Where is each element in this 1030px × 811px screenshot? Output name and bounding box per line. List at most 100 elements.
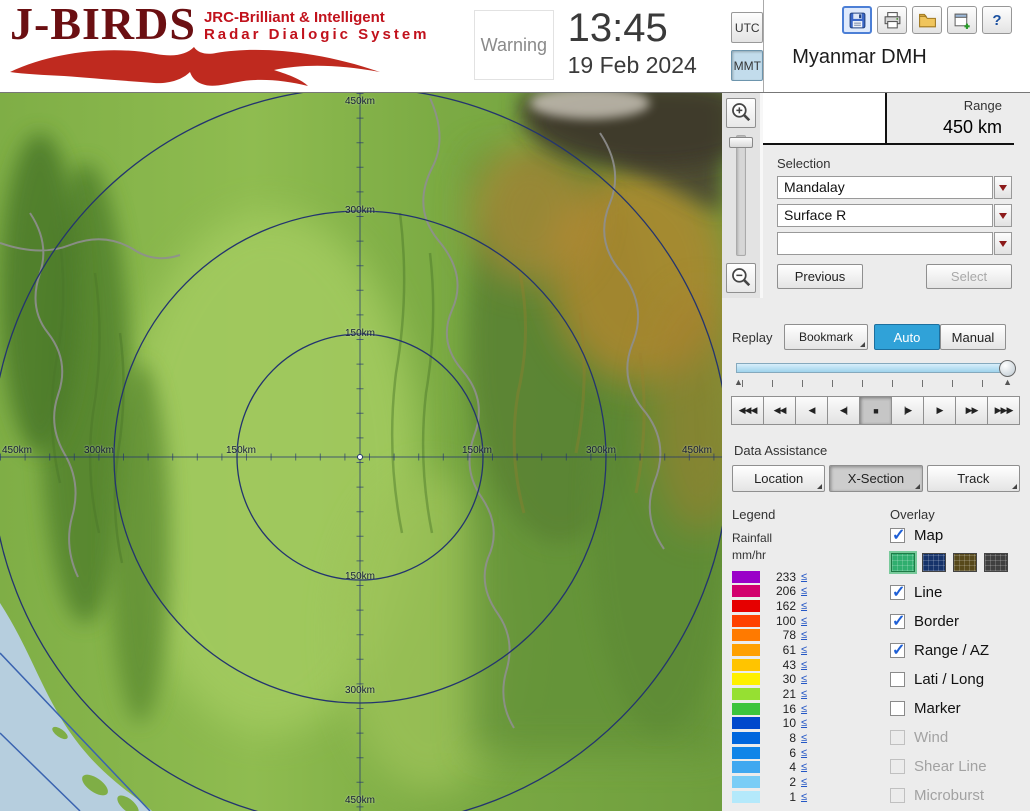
legend-threshold-link[interactable]: ≤ [801, 673, 807, 685]
step-forward-button[interactable]: |▶ [891, 396, 924, 425]
legend-value: 206 [760, 584, 796, 598]
legend-value: 233 [760, 570, 796, 584]
overlay-item[interactable]: Shear Line [890, 752, 1020, 781]
legend-threshold-link[interactable]: ≤ [801, 659, 807, 671]
open-folder-icon [918, 11, 937, 30]
overlay-item[interactable]: Border [890, 607, 1020, 636]
overlay-checkbox[interactable] [890, 788, 905, 803]
chevron-down-icon [999, 213, 1007, 219]
overlay-checkbox[interactable] [890, 701, 905, 716]
overlay-checkbox[interactable] [890, 614, 905, 629]
zoom-slider-thumb[interactable] [729, 137, 753, 148]
radar-map[interactable]: 450km 300km 150km 150km 300km 450km 450k… [0, 93, 722, 811]
logo-title: J-BIRDS [10, 2, 196, 46]
fast-rewind-button[interactable]: ◀◀ [763, 396, 796, 425]
export-add-button[interactable] [947, 6, 977, 34]
legend-threshold-link[interactable]: ≤ [801, 585, 807, 597]
overlay-item-label: Line [914, 584, 942, 601]
overlay-item[interactable]: Lati / Long [890, 665, 1020, 694]
previous-button[interactable]: Previous [777, 264, 863, 289]
legend-value: 16 [760, 702, 796, 716]
map-style-gray-swatch[interactable] [984, 553, 1008, 572]
mmt-button[interactable]: MMT [731, 50, 763, 81]
rewind-button[interactable]: ◀ [795, 396, 828, 425]
open-folder-button[interactable] [912, 6, 942, 34]
logo-subtitle-1: JRC-Brilliant & Intelligent [204, 9, 430, 26]
map-style-terrain-swatch[interactable] [891, 553, 915, 572]
legend-threshold-link[interactable]: ≤ [801, 600, 807, 612]
map-checkbox[interactable] [890, 528, 905, 543]
legend-value: 162 [760, 599, 796, 613]
help-button[interactable]: ? [982, 6, 1012, 34]
legend-threshold-link[interactable]: ≤ [801, 732, 807, 744]
data-assistance-button[interactable]: Location [732, 465, 825, 492]
overlay-item[interactable]: Marker [890, 694, 1020, 723]
fast-forward-button[interactable]: ▶▶ [955, 396, 988, 425]
zoom-out-button[interactable] [726, 263, 756, 293]
dropdown-arrow-button[interactable] [994, 204, 1012, 227]
bookmark-button[interactable]: Bookmark [784, 324, 868, 350]
legend-entry: 100 ≤ [732, 613, 880, 628]
legend-color-swatch [732, 673, 760, 685]
overlay-checkbox[interactable] [890, 672, 905, 687]
overlay-item[interactable]: Line [890, 578, 1020, 607]
select-button[interactable]: Select [926, 264, 1012, 289]
step-back-button[interactable]: ◀| [827, 396, 860, 425]
stop-button[interactable]: ■ [859, 396, 892, 425]
legend-threshold-link[interactable]: ≤ [801, 644, 807, 656]
dropdown-arrow-button[interactable] [994, 232, 1012, 255]
overlay-item[interactable]: Microburst [890, 781, 1020, 810]
map-style-navy-swatch[interactable] [922, 553, 946, 572]
overlay-checkbox[interactable] [890, 759, 905, 774]
legend-value: 1 [760, 790, 796, 804]
utc-button[interactable]: UTC [731, 12, 763, 43]
overlay-checkbox[interactable] [890, 585, 905, 600]
overlay-item-map[interactable]: Map [890, 522, 1020, 548]
timeline-thumb[interactable] [999, 360, 1016, 377]
data-assistance-button[interactable]: Track [927, 465, 1020, 492]
legend-threshold-link[interactable]: ≤ [801, 747, 807, 759]
print-button[interactable] [877, 6, 907, 34]
replay-label: Replay [732, 330, 784, 345]
legend-threshold-link[interactable]: ≤ [801, 717, 807, 729]
overlay-items: Line Border Range / AZ [890, 578, 1020, 810]
legend-threshold-link[interactable]: ≤ [801, 688, 807, 700]
legend-color-swatch [732, 688, 760, 700]
manual-button[interactable]: Manual [940, 324, 1006, 350]
dropdown-value[interactable]: Surface R [777, 204, 993, 227]
map-style-olive-swatch[interactable] [953, 553, 977, 572]
legend-color-swatch [732, 761, 760, 773]
overlay-item-label: Marker [914, 700, 961, 717]
legend-color-swatch [732, 747, 760, 759]
legend-threshold-link[interactable]: ≤ [801, 571, 807, 583]
legend-threshold-link[interactable]: ≤ [801, 629, 807, 641]
dropdown-value[interactable]: Mandalay [777, 176, 993, 199]
legend-threshold-link[interactable]: ≤ [801, 761, 807, 773]
data-assistance-button[interactable]: X-Section [829, 465, 922, 492]
timeline-track[interactable] [736, 363, 1004, 373]
auto-button[interactable]: Auto [874, 324, 940, 350]
zoom-slider[interactable] [722, 133, 760, 258]
legend-threshold-link[interactable]: ≤ [801, 776, 807, 788]
dropdown-value[interactable] [777, 232, 993, 255]
legend-entry: 43 ≤ [732, 657, 880, 672]
overlay-checkbox[interactable] [890, 730, 905, 745]
jump-start-button[interactable]: ◀◀◀ [731, 396, 764, 425]
play-button[interactable]: ▶ [923, 396, 956, 425]
legend-threshold-link[interactable]: ≤ [801, 703, 807, 715]
legend-unit-line2: mm/hr [732, 548, 880, 564]
legend-threshold-link[interactable]: ≤ [801, 791, 807, 803]
dropdown-arrow-button[interactable] [994, 176, 1012, 199]
warning-button[interactable]: Warning [474, 10, 554, 80]
overlay-item[interactable]: Wind [890, 723, 1020, 752]
data-assistance-label: Data Assistance [732, 443, 1020, 458]
overlay-item-label: Microburst [914, 787, 984, 804]
overlay-checkbox[interactable] [890, 643, 905, 658]
replay-timeline[interactable] [734, 361, 1018, 376]
legend-threshold-link[interactable]: ≤ [801, 615, 807, 627]
save-button[interactable] [842, 6, 872, 34]
zoom-in-button[interactable] [726, 98, 756, 128]
jump-end-button[interactable]: ▶▶▶ [987, 396, 1020, 425]
overlay-item[interactable]: Range / AZ [890, 636, 1020, 665]
clock-date: 19 Feb 2024 [568, 52, 716, 79]
